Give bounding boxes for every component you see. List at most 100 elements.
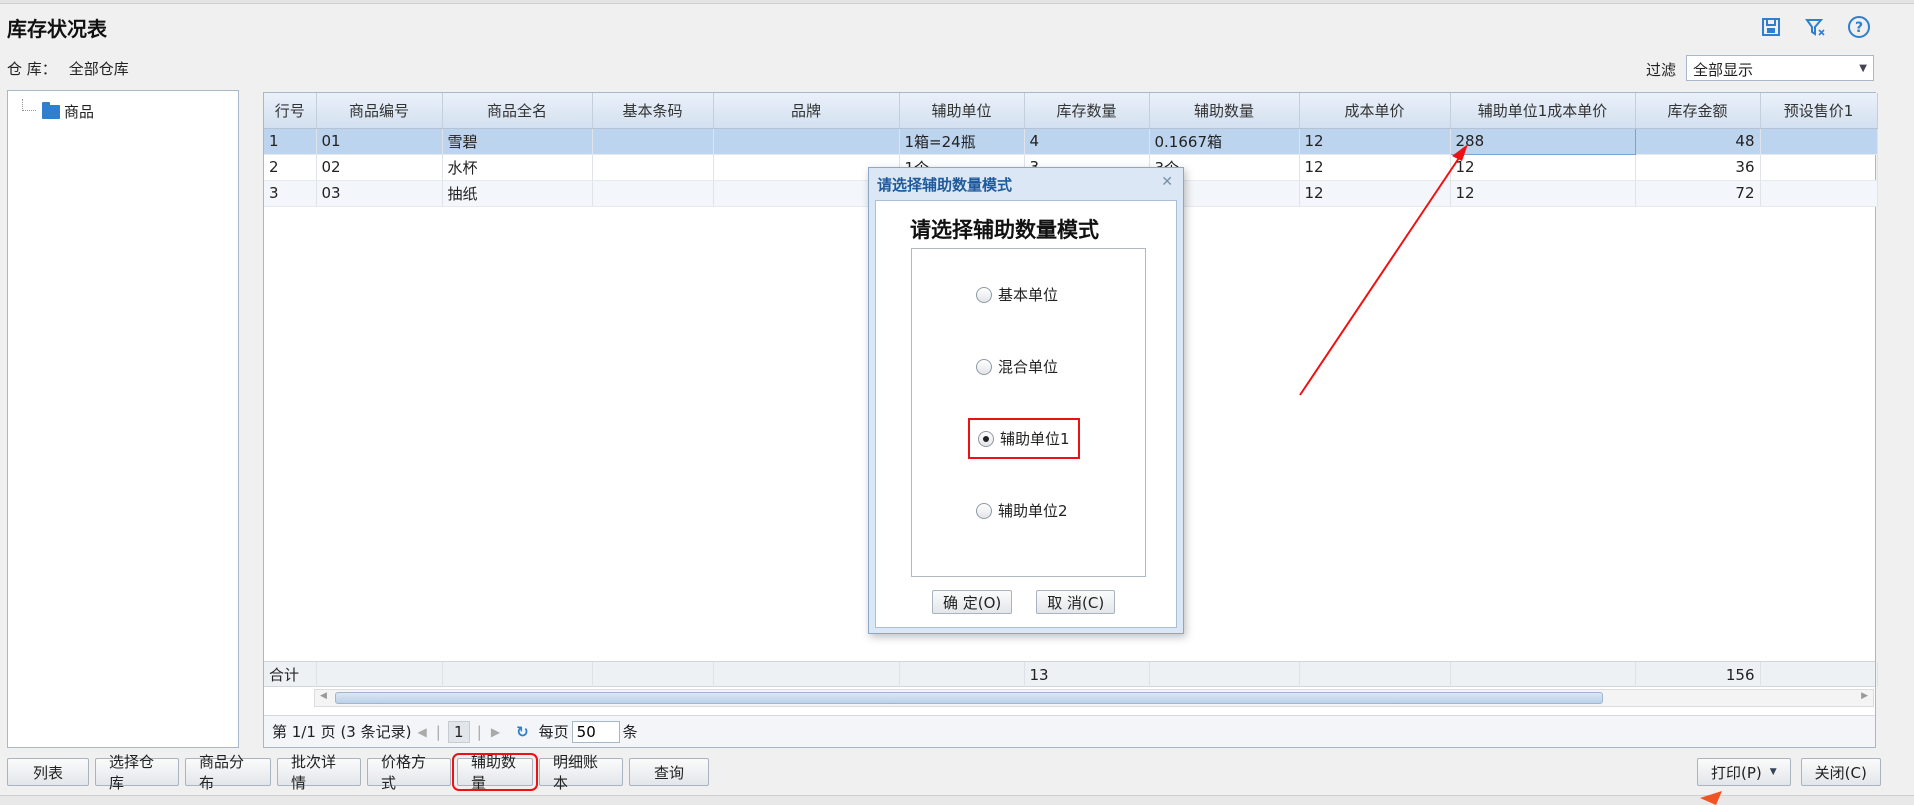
summary-amount: 156 xyxy=(1635,662,1761,687)
status-strip xyxy=(0,795,1914,805)
product-distribution-button[interactable]: 商品分布 xyxy=(185,753,271,792)
svg-text:?: ? xyxy=(1855,20,1863,36)
bottom-toolbar: 列表 选择仓库 商品分布 批次详情 价格方式 辅助数量 明细账本 查询 xyxy=(7,753,709,792)
warehouse-value[interactable]: 全部仓库 xyxy=(69,60,129,78)
table-cell xyxy=(592,128,714,155)
option-aux-unit-2[interactable]: 辅助单位2 xyxy=(976,500,1068,521)
table-cell: 48 xyxy=(1635,128,1761,155)
close-button[interactable]: 关闭(C) xyxy=(1800,758,1881,786)
scroll-right-icon[interactable]: ▶ xyxy=(1861,691,1868,701)
per-page-unit: 条 xyxy=(622,723,638,741)
column-header[interactable]: 商品全名 xyxy=(442,93,593,129)
top-tab-strip xyxy=(0,0,1914,4)
column-header[interactable]: 成本单价 xyxy=(1299,93,1451,129)
per-page-label: 每页 xyxy=(538,723,569,741)
column-header[interactable]: 库存金额 xyxy=(1635,93,1761,129)
scrollbar-thumb[interactable] xyxy=(335,692,1603,704)
cancel-button[interactable]: 取 消(C) xyxy=(1036,590,1116,614)
chevron-down-icon[interactable]: ▼ xyxy=(1859,63,1867,74)
table-cell: 12 xyxy=(1299,154,1451,181)
option-aux-unit-1[interactable]: 辅助单位1 xyxy=(968,418,1080,459)
tree-node-root[interactable]: 商品 xyxy=(22,101,94,122)
table-cell: 12 xyxy=(1299,180,1451,207)
price-mode-button[interactable]: 价格方式 xyxy=(367,753,451,792)
list-button[interactable]: 列表 xyxy=(7,758,89,786)
ledger-button[interactable]: 明细账本 xyxy=(539,753,623,792)
table-cell: 水杯 xyxy=(442,154,593,181)
column-header[interactable]: 预设售价1 xyxy=(1760,93,1878,129)
option-group: 基本单位 混合单位 辅助单位1 辅助单位2 xyxy=(911,248,1146,577)
warehouse-row: 仓 库： 全部仓库 xyxy=(7,58,129,79)
table-cell-focused[interactable]: 288 xyxy=(1449,127,1636,155)
horizontal-scrollbar[interactable]: ◀ ▶ xyxy=(314,689,1874,707)
current-page[interactable]: 1 xyxy=(447,720,470,743)
ok-button[interactable]: 确 定(O) xyxy=(932,590,1013,614)
table-row[interactable]: 1 01 雪碧 1箱=24瓶 4 0.1667箱 12 288 48 xyxy=(264,127,1878,155)
radio-selected-icon[interactable] xyxy=(978,430,994,447)
chevron-down-icon[interactable]: ▼ xyxy=(1770,767,1777,777)
print-button-label: 打印(P) xyxy=(1711,763,1762,782)
save-icon[interactable] xyxy=(1758,14,1784,40)
option-label: 混合单位 xyxy=(998,358,1059,376)
table-cell: 1 xyxy=(264,128,317,155)
filter-select[interactable]: 全部显示 ▼ xyxy=(1686,55,1874,81)
column-header[interactable]: 商品编号 xyxy=(316,93,443,129)
scroll-left-icon[interactable]: ◀ xyxy=(320,691,327,701)
column-header[interactable]: 品牌 xyxy=(713,93,900,129)
print-button[interactable]: 打印(P) ▼ xyxy=(1697,758,1791,786)
pagination-bar: 第 1/1 页 (3 条记录) ◀ | 1 | ▶ ↻ 每页 条 xyxy=(264,715,1875,747)
help-icon[interactable]: ? xyxy=(1846,14,1872,40)
filter-label: 过滤 xyxy=(1646,61,1677,79)
option-basic-unit[interactable]: 基本单位 xyxy=(976,284,1058,305)
radio-icon[interactable] xyxy=(976,358,992,375)
table-cell: 01 xyxy=(316,128,443,155)
radio-icon[interactable] xyxy=(976,286,992,303)
per-page-input[interactable] xyxy=(571,720,620,743)
filter-value: 全部显示 xyxy=(1693,61,1754,79)
filter-icon[interactable] xyxy=(1802,14,1828,40)
column-header[interactable]: 辅助单位 xyxy=(899,93,1025,129)
table-cell xyxy=(1760,180,1878,207)
close-icon[interactable]: ✕ xyxy=(1161,174,1173,190)
next-page-icon[interactable]: ▶ xyxy=(491,725,500,739)
column-header[interactable]: 库存数量 xyxy=(1024,93,1150,129)
dialog-title: 请选择辅助数量模式 xyxy=(877,176,1013,194)
option-mixed-unit[interactable]: 混合单位 xyxy=(976,356,1058,377)
table-cell xyxy=(713,128,900,155)
divider: | xyxy=(435,722,441,741)
dialog-heading: 请选择辅助数量模式 xyxy=(910,218,1099,242)
column-header[interactable]: 行号 xyxy=(264,93,317,129)
table-cell xyxy=(592,180,714,207)
aux-quantity-button[interactable]: 辅助数量 xyxy=(452,753,538,792)
table-cell: 4 xyxy=(1024,128,1150,155)
column-header[interactable]: 辅助单位1成本单价 xyxy=(1450,93,1636,129)
summary-qty: 13 xyxy=(1024,662,1150,687)
table-cell: 雪碧 xyxy=(442,128,593,155)
table-cell: 12 xyxy=(1450,154,1636,181)
category-tree: 商品 xyxy=(7,90,239,748)
column-header[interactable]: 辅助数量 xyxy=(1149,93,1300,129)
table-cell: 3 xyxy=(264,180,317,207)
dialog-buttons: 确 定(O) 取 消(C) xyxy=(932,590,1116,614)
batch-detail-button[interactable]: 批次详情 xyxy=(277,753,361,792)
warehouse-label: 仓 库： xyxy=(7,60,57,78)
query-button[interactable]: 查询 xyxy=(629,758,709,786)
page-title: 库存状况表 xyxy=(7,17,107,41)
column-header[interactable]: 基本条码 xyxy=(592,93,714,129)
table-cell: 2 xyxy=(264,154,317,181)
table-header-row: 行号 商品编号 商品全名 基本条码 品牌 辅助单位 库存数量 辅助数量 成本单价… xyxy=(264,93,1878,129)
radio-icon[interactable] xyxy=(976,502,992,519)
table-cell: 0.1667箱 xyxy=(1149,128,1300,155)
prev-page-icon[interactable]: ◀ xyxy=(417,725,426,739)
table-cell: 02 xyxy=(316,154,443,181)
dialog-title-bar[interactable]: 请选择辅助数量模式 ✕ xyxy=(869,168,1183,198)
option-label: 辅助单位2 xyxy=(998,502,1068,520)
table-cell xyxy=(1760,154,1878,181)
table-cell: 03 xyxy=(316,180,443,207)
option-label: 基本单位 xyxy=(998,286,1059,304)
page-info: 第 1/1 页 (3 条记录) xyxy=(272,723,412,741)
refresh-icon[interactable]: ↻ xyxy=(516,723,529,741)
select-warehouse-button[interactable]: 选择仓库 xyxy=(95,753,179,792)
divider: | xyxy=(476,722,482,741)
dialog-body: 请选择辅助数量模式 基本单位 混合单位 辅助单位1 辅助单位2 确 定(O) 取… xyxy=(875,200,1177,628)
